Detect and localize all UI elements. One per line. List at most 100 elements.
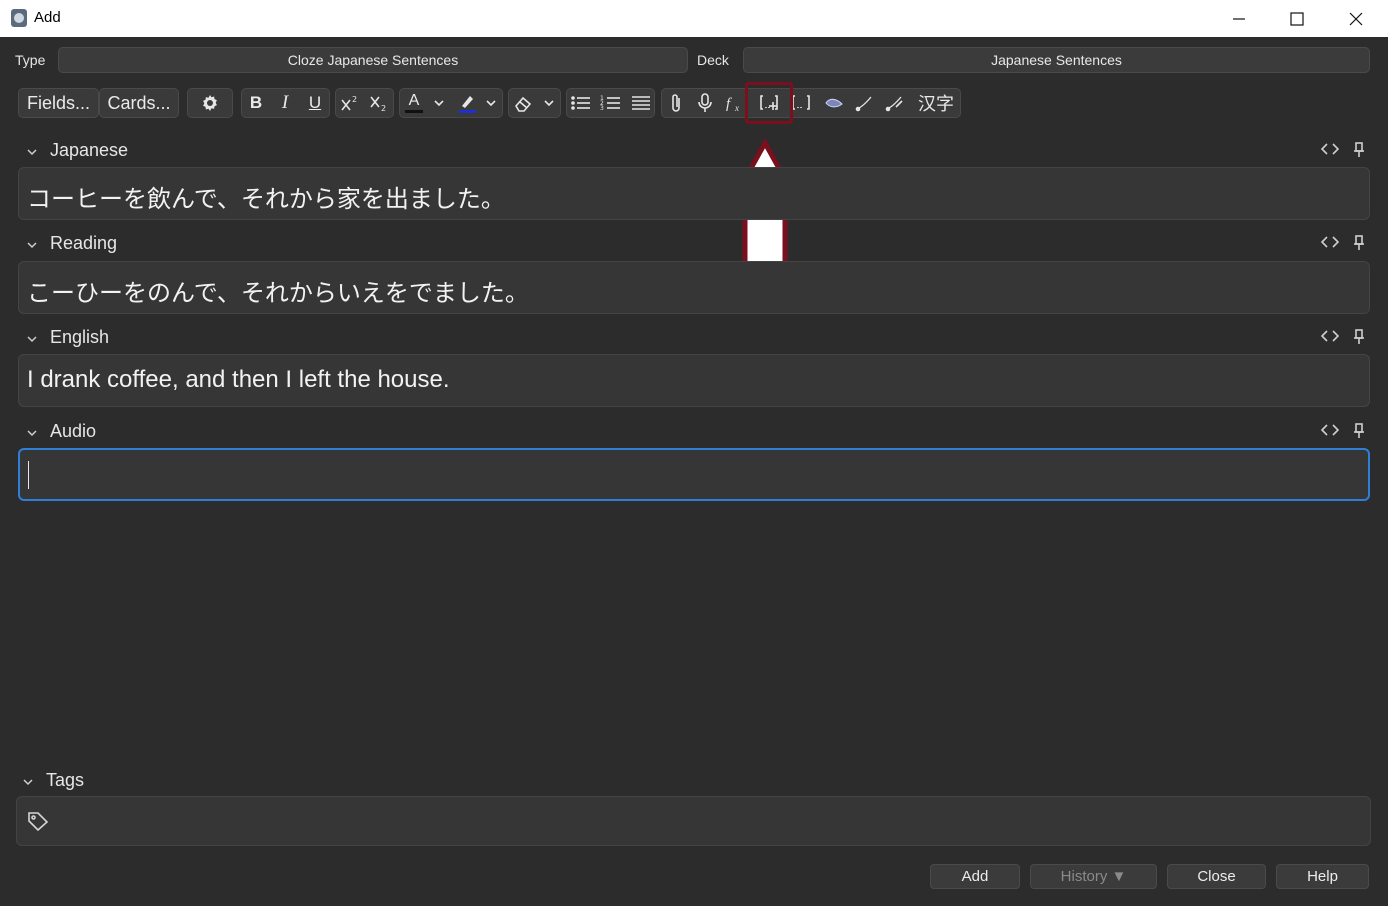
deck-label: Deck [697, 52, 729, 68]
minimize-button[interactable] [1210, 0, 1268, 37]
html-editor-toggle[interactable] [1320, 329, 1340, 348]
subscript-button[interactable]: 2 [364, 88, 394, 118]
gear-icon [203, 95, 217, 111]
chevron-down-icon [544, 100, 554, 107]
type-label: Type [15, 52, 46, 68]
code-brackets-icon [1320, 424, 1340, 436]
window-title: Add [34, 9, 61, 26]
pin-icon [1354, 235, 1364, 250]
title-bar: Add [0, 0, 1388, 37]
kanji-button[interactable]: 汉字 [912, 88, 960, 118]
alignment-button[interactable] [626, 88, 656, 118]
attach-media-button[interactable] [661, 88, 691, 118]
chevron-down-icon [486, 100, 496, 107]
sticky-pin-button[interactable] [1352, 328, 1366, 351]
close-button[interactable]: Close [1167, 864, 1266, 889]
tags-label: Tags [46, 770, 85, 790]
align-justify-icon [632, 96, 650, 110]
subscript-icon: 2 [370, 96, 386, 112]
sticky-pin-button[interactable] [1352, 234, 1366, 257]
svg-text:2: 2 [381, 104, 386, 112]
collapse-chevron-icon[interactable] [26, 331, 38, 349]
superscript-button[interactable]: 2 [335, 88, 365, 118]
numbered-list-icon: 123 [600, 95, 620, 112]
history-button[interactable]: History ▼ [1030, 864, 1157, 889]
addon-button-1[interactable] [819, 88, 849, 118]
text-color-letter: A [408, 92, 420, 109]
unordered-list-button[interactable] [566, 88, 596, 118]
field-name: Audio [50, 421, 97, 441]
pen-edit-icon [885, 96, 903, 112]
field-editor-reading[interactable]: こーひーをのんで、それからいえをでました。 [18, 261, 1370, 314]
addon-button-3[interactable] [880, 88, 910, 118]
svg-text:2: 2 [352, 95, 357, 104]
anki-app-icon [11, 9, 27, 27]
superscript-icon: 2 [341, 95, 357, 111]
underline-button[interactable]: U [300, 88, 330, 118]
sticky-pin-button[interactable] [1352, 422, 1366, 445]
text-color-swatch [405, 110, 423, 113]
text-color-dropdown[interactable] [426, 88, 452, 118]
pen-stroke-icon [855, 96, 872, 112]
pin-icon [1354, 423, 1364, 438]
record-audio-button[interactable] [690, 88, 720, 118]
ordered-list-button[interactable]: 123 [596, 88, 626, 118]
collapse-chevron-icon[interactable] [26, 425, 38, 443]
code-brackets-icon [1320, 330, 1340, 342]
remove-formatting-button[interactable] [508, 88, 538, 118]
field-header-english[interactable]: English [18, 325, 1372, 351]
text-color-button[interactable]: A [399, 88, 429, 118]
html-editor-toggle[interactable] [1320, 423, 1340, 442]
minimize-icon [1233, 17, 1245, 20]
chevron-down-icon [434, 100, 444, 107]
html-editor-toggle[interactable] [1320, 235, 1340, 254]
field-editor-japanese[interactable]: コーヒーを飲んで、それから家を出ました。 [18, 167, 1370, 220]
field-header-japanese[interactable]: Japanese [18, 138, 1372, 164]
field-name: English [50, 327, 110, 347]
close-window-button[interactable] [1327, 0, 1385, 37]
svg-text:f: f [726, 96, 732, 112]
close-icon [1349, 12, 1363, 25]
deck-selector[interactable]: Japanese Sentences [743, 47, 1370, 73]
field-editor-english[interactable]: I drank coffee, and then I left the hous… [18, 354, 1370, 407]
note-type-selector[interactable]: Cloze Japanese Sentences [58, 47, 688, 73]
paperclip-icon [672, 94, 680, 112]
addon-button-2[interactable] [850, 88, 880, 118]
options-button[interactable] [187, 88, 233, 118]
tags-input[interactable] [16, 796, 1371, 846]
highlighter-icon [459, 96, 476, 113]
highlight-color-dropdown[interactable] [478, 88, 504, 118]
collapse-chevron-icon[interactable] [26, 144, 38, 162]
bullet-list-icon [571, 96, 590, 110]
help-button[interactable]: Help [1276, 864, 1369, 889]
text-caret [28, 461, 29, 489]
cloze-same-icon [792, 95, 810, 110]
pin-icon [1354, 329, 1364, 344]
field-name: Japanese [50, 140, 129, 160]
remove-formatting-dropdown[interactable] [536, 88, 562, 118]
code-brackets-icon [1320, 236, 1340, 248]
field-editor-audio[interactable] [18, 448, 1370, 501]
html-editor-toggle[interactable] [1320, 142, 1340, 161]
add-button[interactable]: Add [930, 864, 1020, 889]
italic-button[interactable]: I [270, 88, 300, 118]
sticky-pin-button[interactable] [1352, 141, 1366, 164]
svg-text:x: x [734, 103, 739, 113]
fields-button[interactable]: Fields... [18, 88, 99, 118]
field-header-audio[interactable]: Audio [18, 419, 1372, 445]
function-icon: fx [726, 96, 739, 113]
eraser-icon [515, 96, 532, 112]
bold-button[interactable]: B [241, 88, 271, 118]
microphone-icon [698, 93, 712, 112]
code-brackets-icon [1320, 143, 1340, 155]
collapse-chevron-icon[interactable] [22, 774, 34, 792]
collapse-chevron-icon[interactable] [26, 237, 38, 255]
tags-header[interactable]: Tags [14, 768, 1368, 794]
maximize-button[interactable] [1268, 0, 1326, 37]
svg-text:3: 3 [600, 105, 604, 112]
cards-button[interactable]: Cards... [99, 88, 179, 118]
field-header-reading[interactable]: Reading [18, 231, 1372, 257]
highlight-annotation [745, 82, 793, 124]
field-name: Reading [50, 233, 118, 253]
pin-icon [1354, 142, 1364, 157]
